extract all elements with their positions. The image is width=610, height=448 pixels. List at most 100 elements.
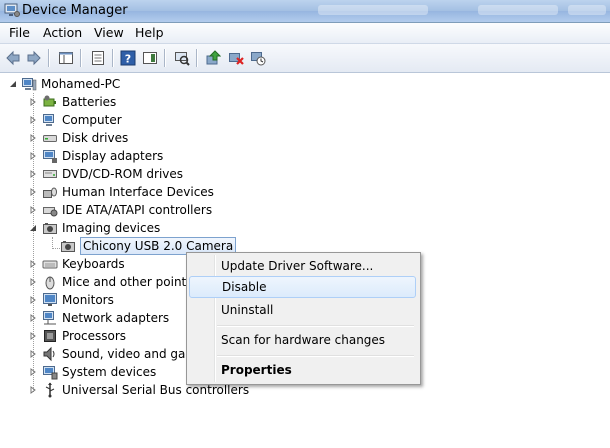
toolbar-separator [164, 49, 165, 67]
expand-arrow-icon[interactable] [28, 133, 37, 142]
device-manager-icon [4, 3, 20, 17]
toolbar: ? [0, 44, 610, 73]
menu-separator [217, 325, 414, 326]
disable-device-icon [229, 53, 244, 65]
tree-root-node[interactable]: Mohamed-PC [8, 75, 120, 93]
tree-category-batteries[interactable]: Batteries [28, 93, 116, 111]
tree-category-dvd-cd-rom-drives[interactable]: DVD/CD-ROM drives [28, 165, 183, 183]
ide-controller-icon [43, 207, 58, 217]
disable-device-button[interactable] [226, 48, 246, 68]
tree-category-processors[interactable]: Processors [28, 327, 126, 345]
tree-category-label: DVD/CD-ROM drives [62, 167, 184, 181]
tree-category-computer[interactable]: Computer [28, 111, 122, 129]
tree-category-ide-ata-atapi-controllers[interactable]: IDE ATA/ATAPI controllers [28, 201, 212, 219]
tree-root-label: Mohamed-PC [41, 77, 121, 91]
system-devices-icon [43, 366, 58, 380]
menu-item-uninstall[interactable]: Uninstall [189, 299, 416, 321]
tree-category-label: System devices [62, 365, 157, 379]
expand-arrow-icon[interactable] [28, 331, 37, 340]
tree-category-label: Human Interface Devices [62, 185, 214, 199]
show-hide-console-tree-button[interactable] [56, 48, 76, 68]
menu-item-properties[interactable]: Properties [189, 359, 416, 381]
expand-arrow-icon[interactable] [28, 115, 37, 124]
uninstall-device-button[interactable] [248, 48, 268, 68]
window-title: Device Manager [22, 3, 128, 18]
camera-icon [43, 223, 57, 234]
tree-category-imaging-devices[interactable]: Imaging devices [28, 219, 160, 237]
tree-category-keyboards[interactable]: Keyboards [28, 255, 125, 273]
background-window-title [478, 5, 558, 15]
tree-category-system-devices[interactable]: System devices [28, 363, 156, 381]
menu-help[interactable]: Help [132, 25, 167, 41]
speaker-icon [43, 346, 55, 362]
computer-icon [22, 78, 37, 91]
tree-category-label: Disk drives [62, 131, 129, 145]
update-driver-button[interactable] [203, 48, 223, 68]
tree-category-label: IDE ATA/ATAPI controllers [62, 203, 213, 217]
menu-view[interactable]: View [91, 25, 127, 41]
tree-category-label: Batteries [62, 95, 117, 109]
help-icon: ? [120, 50, 136, 66]
tree-category-human-interface-devices[interactable]: Human Interface Devices [28, 183, 214, 201]
tree-category-disk-drives[interactable]: Disk drives [28, 129, 128, 147]
menu-item-scan-hardware[interactable]: Scan for hardware changes [189, 329, 416, 351]
uninstall-device-icon [251, 52, 266, 66]
scan-hardware-button[interactable] [172, 48, 192, 68]
menu-file[interactable]: File [6, 25, 33, 41]
monitor-icon [43, 293, 57, 306]
forward-button[interactable] [24, 48, 44, 68]
camera-icon [61, 241, 75, 252]
menu-separator [217, 355, 414, 356]
expand-arrow-icon[interactable] [28, 277, 37, 286]
tree-category-sound-video-game[interactable]: Sound, video and game [28, 345, 204, 363]
tree-category-monitors[interactable]: Monitors [28, 291, 114, 309]
expand-arrow-icon[interactable] [28, 151, 37, 160]
menu-bar: File Action View Help [0, 23, 610, 44]
background-window-title [568, 5, 606, 15]
action-pane-button[interactable] [140, 48, 160, 68]
title-bar: Device Manager [0, 0, 610, 23]
expand-arrow-icon[interactable] [28, 313, 37, 322]
menu-action[interactable]: Action [40, 25, 85, 41]
toolbar-separator [48, 49, 49, 67]
mouse-icon [45, 276, 55, 290]
tree-category-label: Display adapters [62, 149, 164, 163]
battery-icon [43, 95, 56, 107]
tree-category-display-adapters[interactable]: Display adapters [28, 147, 163, 165]
menu-item-disable[interactable]: Disable [189, 276, 416, 298]
update-driver-icon [206, 50, 221, 65]
menu-item-update-driver[interactable]: Update Driver Software... [189, 255, 416, 277]
expand-arrow-icon[interactable] [28, 169, 37, 178]
expand-arrow-icon[interactable] [28, 187, 37, 196]
tree-category-mice[interactable]: Mice and other pointing [28, 273, 205, 291]
expand-arrow-icon[interactable] [28, 367, 37, 376]
expand-arrow-icon[interactable] [28, 295, 37, 304]
show-hide-console-tree-icon [59, 52, 73, 64]
properties-icon [92, 51, 104, 65]
toolbar-separator [196, 49, 197, 67]
tree-category-network-adapters[interactable]: Network adapters [28, 309, 169, 327]
expand-arrow-icon[interactable] [28, 259, 37, 268]
action-pane-icon [143, 52, 157, 64]
background-window-title [318, 5, 428, 15]
tree-category-label: Monitors [62, 293, 114, 307]
scan-hardware-icon [175, 52, 190, 66]
toolbar-separator [80, 49, 81, 67]
tree-connector [52, 248, 60, 249]
usb-icon [45, 382, 55, 398]
back-button[interactable] [3, 48, 23, 68]
tree-category-label: Mice and other pointing [62, 275, 205, 289]
expand-arrow-icon[interactable] [28, 97, 37, 106]
display-adapter-icon [43, 150, 57, 163]
properties-button[interactable] [88, 48, 108, 68]
forward-arrow-icon [27, 50, 41, 66]
expand-arrow-icon[interactable] [28, 385, 37, 394]
collapse-arrow-icon[interactable] [8, 79, 17, 88]
collapse-arrow-icon[interactable] [28, 223, 37, 232]
expand-arrow-icon[interactable] [28, 205, 37, 214]
expand-arrow-icon[interactable] [28, 349, 37, 358]
help-button[interactable]: ? [118, 48, 138, 68]
back-arrow-icon [6, 50, 20, 66]
dvd-drive-icon [43, 170, 57, 178]
tree-category-label: Computer [62, 113, 122, 127]
